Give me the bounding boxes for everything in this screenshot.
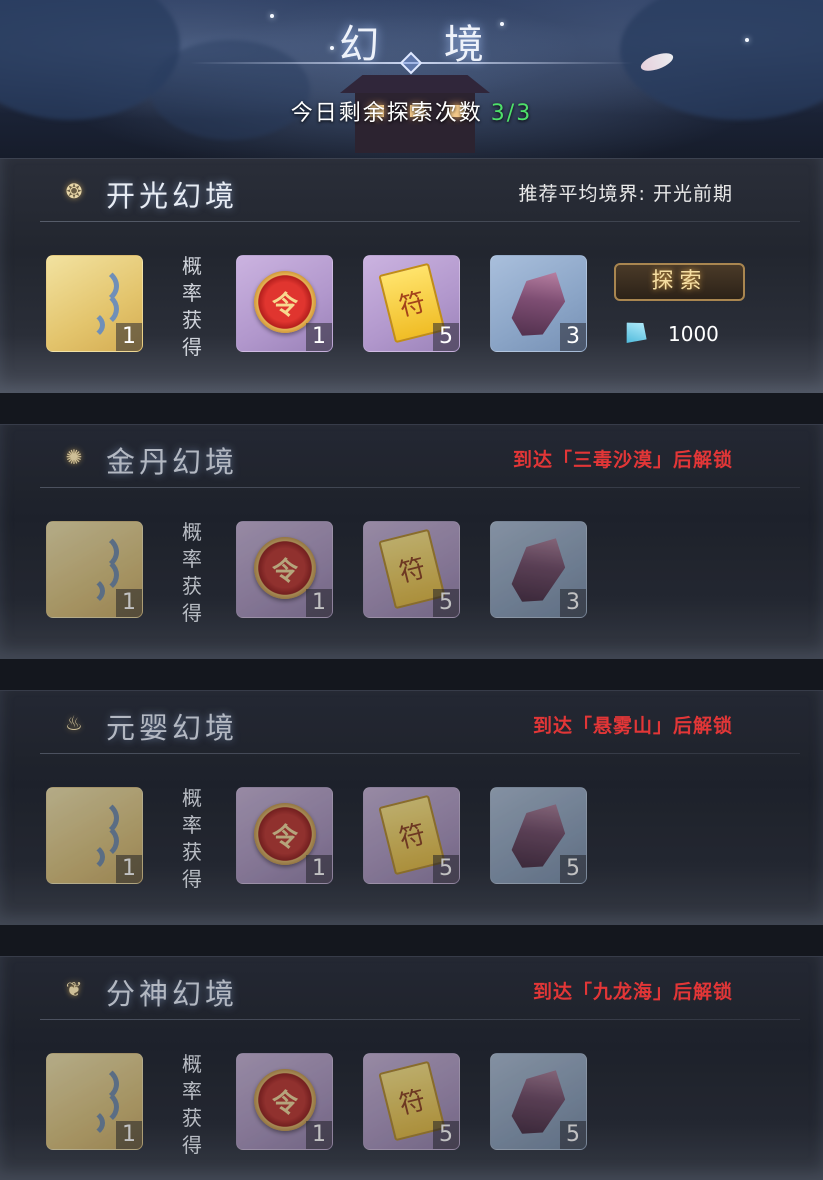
item-quantity: 5 xyxy=(433,1121,459,1149)
explore-count-label: 今日剩余探索次数 xyxy=(290,101,483,126)
item-quantity: 5 xyxy=(433,589,459,617)
explore-cost: 1000 xyxy=(620,318,750,350)
flame-crown-icon: ♨ xyxy=(65,711,83,735)
realm-name: 开光幻境 xyxy=(106,179,239,213)
item-quantity: 1 xyxy=(116,1121,142,1149)
divider xyxy=(40,1019,800,1020)
divider xyxy=(40,487,800,488)
reward-item-crystal[interactable]: 3 xyxy=(490,255,587,352)
realm-name: 分神幻境 xyxy=(106,977,239,1011)
item-quantity: 1 xyxy=(306,323,332,351)
reward-item-talisman[interactable]: 符 5 xyxy=(363,521,460,618)
item-quantity: 5 xyxy=(560,855,586,883)
explore-count-value: 3/3 xyxy=(490,101,533,126)
realm-card-fenshen: ❦ 分神幻境 到达「九龙海」后解锁 概率获得 1 令 1 符 5 5 xyxy=(0,956,823,1180)
realm-recommendation: 推荐平均境界: 开光前期 xyxy=(518,183,733,205)
realm-name: 元婴幻境 xyxy=(106,711,239,745)
item-quantity: 5 xyxy=(433,855,459,883)
item-quantity: 1 xyxy=(306,1121,332,1149)
realm-header-row: ❦ 分神幻境 到达「九龙海」后解锁 xyxy=(0,957,823,1019)
reward-item-talisman[interactable]: 符 5 xyxy=(363,787,460,884)
item-quantity: 5 xyxy=(560,1121,586,1149)
probability-label: 概率获得 xyxy=(182,254,202,359)
reward-item-crystal[interactable]: 3 xyxy=(490,521,587,618)
reward-item-token[interactable]: 令 1 xyxy=(236,255,333,352)
unlock-requirement: 到达「悬雾山」后解锁 xyxy=(532,715,733,737)
item-quantity: 3 xyxy=(560,589,586,617)
reward-item-token[interactable]: 令 1 xyxy=(236,787,333,884)
realm-header-row: ❂ 开光幻境 推荐平均境界: 开光前期 xyxy=(0,159,823,221)
item-quantity: 3 xyxy=(560,323,586,351)
reward-item-talisman[interactable]: 符 5 xyxy=(363,1053,460,1150)
realm-header-row: ✺ 金丹幻境 到达「三毒沙漠」后解锁 xyxy=(0,425,823,487)
divider xyxy=(40,753,800,754)
realm-header: 幻 境 今日剩余探索次数 3/3 xyxy=(0,0,823,160)
unlock-requirement: 到达「九龙海」后解锁 xyxy=(532,981,733,1003)
golden-core-icon: ✺ xyxy=(65,445,83,469)
explore-cost-value: 1000 xyxy=(668,322,719,346)
realm-card-jindan: ✺ 金丹幻境 到达「三毒沙漠」后解锁 概率获得 1 令 1 符 5 3 xyxy=(0,424,823,659)
item-quantity: 1 xyxy=(116,589,142,617)
probability-label: 概率获得 xyxy=(182,520,202,625)
reward-item-crystal[interactable]: 5 xyxy=(490,1053,587,1150)
item-quantity: 1 xyxy=(306,855,332,883)
reward-item-wisp[interactable]: 1 xyxy=(46,787,143,884)
reward-item-crystal[interactable]: 5 xyxy=(490,787,587,884)
reward-item-token[interactable]: 令 1 xyxy=(236,521,333,618)
realm-header-row: ♨ 元婴幻境 到达「悬雾山」后解锁 xyxy=(0,691,823,753)
item-quantity: 1 xyxy=(116,323,142,351)
reward-item-wisp[interactable]: 1 xyxy=(46,255,143,352)
lotus-flame-icon: ❂ xyxy=(65,179,83,203)
explore-button[interactable]: 探索 xyxy=(614,263,745,301)
realm-name: 金丹幻境 xyxy=(106,445,239,479)
realm-card-yuanying: ♨ 元婴幻境 到达「悬雾山」后解锁 概率获得 1 令 1 符 5 5 xyxy=(0,690,823,925)
probability-label: 概率获得 xyxy=(182,786,202,891)
explore-count-bar: 今日剩余探索次数 3/3 xyxy=(0,95,823,127)
unlock-requirement: 到达「三毒沙漠」后解锁 xyxy=(512,449,733,471)
item-quantity: 1 xyxy=(116,855,142,883)
reward-item-wisp[interactable]: 1 xyxy=(46,521,143,618)
reward-item-talisman[interactable]: 符 5 xyxy=(363,255,460,352)
reward-item-token[interactable]: 令 1 xyxy=(236,1053,333,1150)
probability-label: 概率获得 xyxy=(182,1052,202,1157)
reward-item-wisp[interactable]: 1 xyxy=(46,1053,143,1150)
item-quantity: 1 xyxy=(306,589,332,617)
spirit-stone-icon xyxy=(617,315,654,352)
spirit-flame-icon: ❦ xyxy=(65,977,83,1001)
item-quantity: 5 xyxy=(433,323,459,351)
divider xyxy=(40,221,800,222)
